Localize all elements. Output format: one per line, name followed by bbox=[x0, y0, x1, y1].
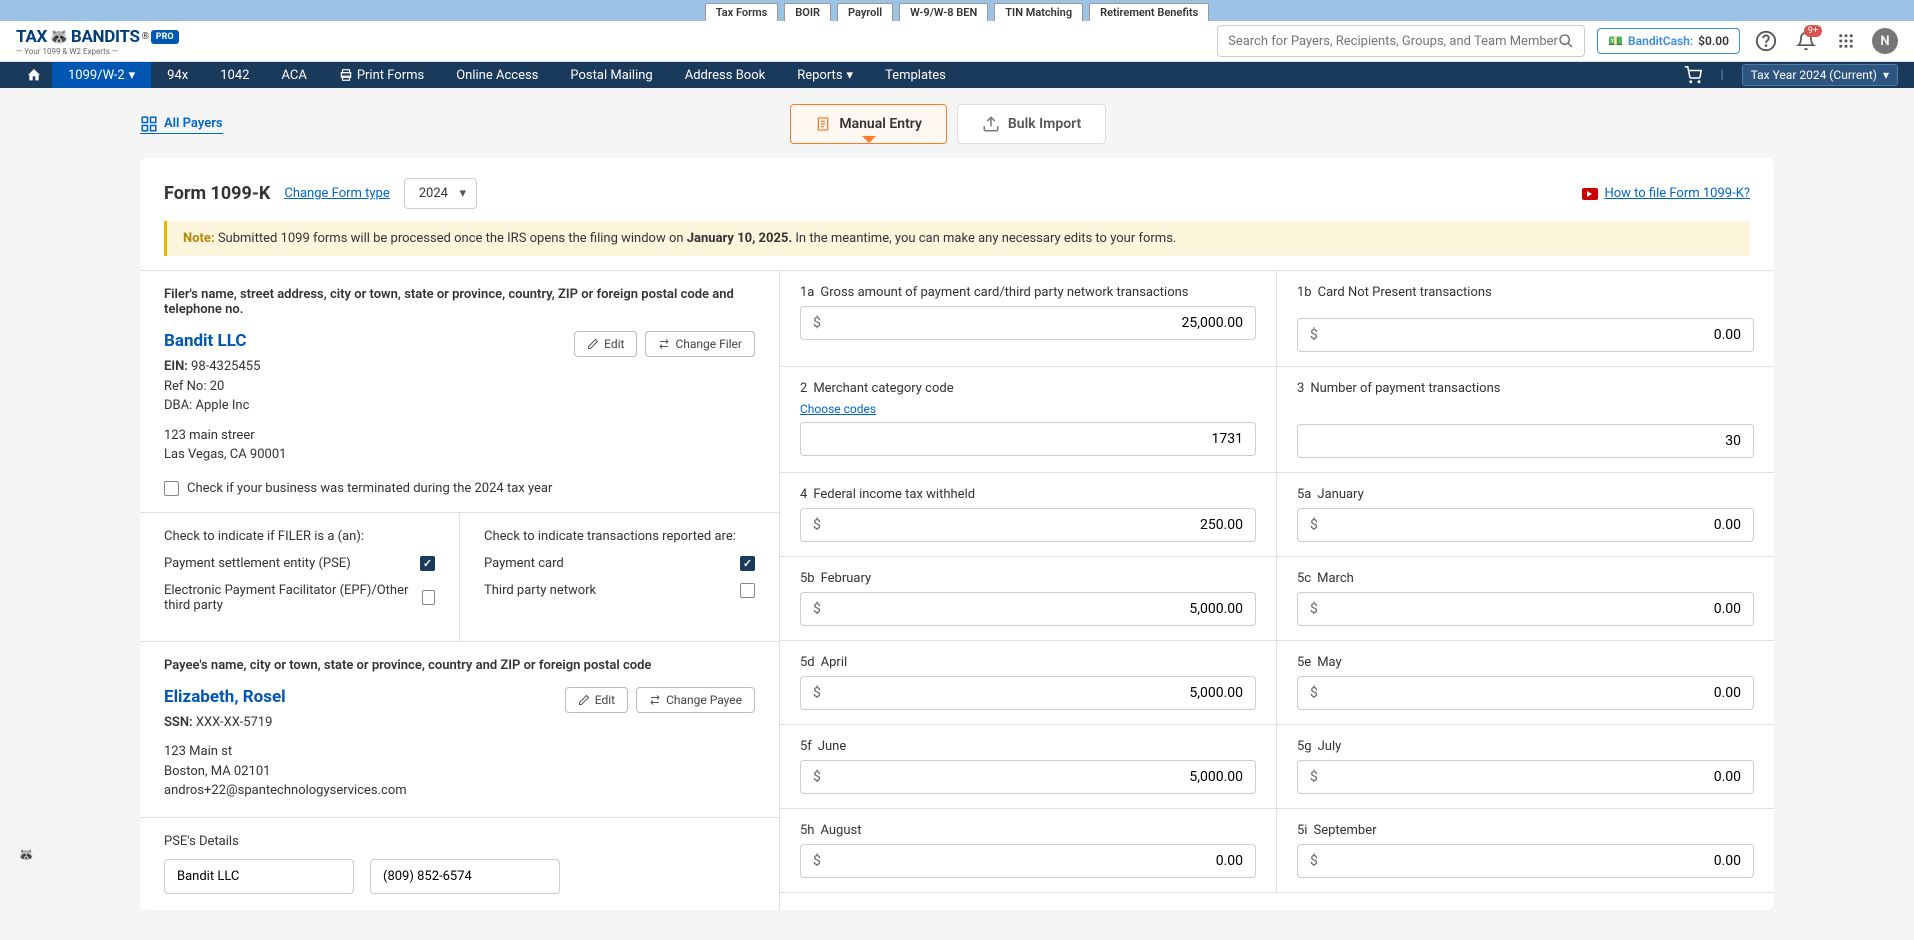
box-5g-input[interactable] bbox=[1330, 769, 1753, 785]
choose-codes-link[interactable]: Choose codes bbox=[800, 402, 876, 416]
nav-online-access[interactable]: Online Access bbox=[440, 62, 554, 88]
box-5h-input[interactable] bbox=[833, 853, 1255, 869]
box-1a-input[interactable] bbox=[833, 315, 1255, 331]
nav-1099-w2[interactable]: 1099/W-2 ▾ bbox=[52, 62, 151, 88]
nav-aca[interactable]: ACA bbox=[265, 62, 322, 88]
filer-name: Bandit LLC bbox=[164, 331, 286, 351]
box-1b-input[interactable] bbox=[1330, 327, 1753, 343]
box-5i-input[interactable] bbox=[1330, 853, 1753, 869]
top-tab-payroll[interactable]: Payroll bbox=[837, 3, 893, 21]
payee-name: Elizabeth, Rosel bbox=[164, 687, 407, 707]
change-filer-button[interactable]: Change Filer bbox=[645, 331, 755, 357]
apps-grid-icon[interactable] bbox=[1832, 27, 1860, 55]
logo-text-bandits: BANDITS bbox=[71, 27, 140, 47]
all-payers-link[interactable]: All Payers bbox=[140, 115, 223, 134]
box-5c-input[interactable] bbox=[1330, 601, 1753, 617]
top-tab-boir[interactable]: BOIR bbox=[784, 3, 831, 21]
swap-icon bbox=[658, 338, 670, 350]
edit-payee-button[interactable]: Edit bbox=[565, 687, 628, 713]
pse-name-input[interactable] bbox=[164, 859, 354, 894]
logo[interactable]: TAX 🦝 BANDITS ® PRO — Your 1099 & W2 Exp… bbox=[16, 27, 179, 56]
nav-94x[interactable]: 94x bbox=[151, 62, 204, 88]
box-5a-input[interactable] bbox=[1330, 517, 1753, 533]
epf-checkbox[interactable] bbox=[422, 590, 435, 605]
box-5e-input[interactable] bbox=[1330, 685, 1753, 701]
top-tab-tin[interactable]: TIN Matching bbox=[994, 3, 1083, 21]
nav-bar: 1099/W-2 ▾ 94x 1042 ACA Print Forms Onli… bbox=[0, 62, 1914, 88]
nav-reports[interactable]: Reports ▾ bbox=[781, 62, 869, 88]
box-4-input[interactable] bbox=[833, 517, 1255, 533]
nav-print-forms[interactable]: Print Forms bbox=[323, 62, 440, 88]
search-icon[interactable] bbox=[1558, 33, 1574, 49]
chevron-down-icon: ▾ bbox=[1883, 68, 1889, 82]
tab-manual-entry[interactable]: Manual Entry bbox=[790, 104, 947, 144]
tax-year-select[interactable]: Tax Year 2024 (Current) ▾ bbox=[1742, 64, 1898, 86]
nav-postal-mailing[interactable]: Postal Mailing bbox=[554, 62, 668, 88]
payee-section: Payee's name, city or town, state or pro… bbox=[140, 642, 779, 817]
box-5d-input[interactable] bbox=[833, 685, 1255, 701]
logo-subtitle: — Your 1099 & W2 Experts — bbox=[16, 47, 179, 56]
top-tab-tax-forms[interactable]: Tax Forms bbox=[705, 3, 779, 21]
notifications-icon[interactable]: 9+ bbox=[1792, 27, 1820, 55]
upload-icon bbox=[982, 115, 1000, 133]
avatar[interactable]: N bbox=[1872, 28, 1898, 54]
change-form-type-link[interactable]: Change Form type bbox=[284, 186, 389, 201]
pse-checkbox[interactable] bbox=[420, 556, 435, 571]
nav-home[interactable] bbox=[16, 62, 52, 88]
indicate-section: Check to indicate if FILER is a (an): Pa… bbox=[140, 513, 779, 642]
third-party-checkbox[interactable] bbox=[740, 583, 755, 598]
note-banner: Note: Submitted 1099 forms will be proce… bbox=[164, 221, 1750, 256]
top-tab-retirement[interactable]: Retirement Benefits bbox=[1089, 3, 1209, 21]
nav-address-book[interactable]: Address Book bbox=[669, 62, 781, 88]
grid-icon bbox=[140, 115, 158, 133]
search-box[interactable] bbox=[1217, 25, 1585, 57]
cart-icon[interactable] bbox=[1684, 66, 1702, 84]
top-tab-w9[interactable]: W-9/W-8 BEN bbox=[899, 3, 988, 21]
nav-templates[interactable]: Templates bbox=[869, 62, 962, 88]
box-2-input[interactable] bbox=[800, 422, 1256, 456]
help-icon[interactable] bbox=[1752, 27, 1780, 55]
chevron-down-icon: ▾ bbox=[129, 68, 136, 83]
pencil-icon bbox=[587, 338, 599, 350]
form-title: Form 1099-K bbox=[164, 183, 270, 204]
pencil-icon bbox=[578, 694, 590, 706]
youtube-icon bbox=[1582, 188, 1598, 200]
edit-filer-button[interactable]: Edit bbox=[574, 331, 637, 357]
pse-section: PSE's Details bbox=[140, 817, 779, 910]
pro-badge: PRO bbox=[151, 30, 179, 44]
how-to-file-link[interactable]: How to file Form 1099-K? bbox=[1582, 186, 1750, 201]
document-icon bbox=[815, 116, 831, 132]
box-5f-input[interactable] bbox=[833, 769, 1255, 785]
cash-icon: 💵 bbox=[1608, 34, 1623, 48]
notification-badge: 9+ bbox=[1804, 25, 1822, 37]
mascot-icon[interactable]: 🦝 bbox=[18, 848, 60, 890]
nav-1042[interactable]: 1042 bbox=[204, 62, 265, 88]
payment-card-checkbox[interactable] bbox=[740, 556, 755, 571]
form-card: Form 1099-K Change Form type 2024 How to… bbox=[140, 158, 1774, 910]
swap-icon bbox=[649, 694, 661, 706]
top-tab-bar: Tax Forms BOIR Payroll W-9/W-8 BEN TIN M… bbox=[0, 0, 1914, 21]
printer-icon bbox=[339, 68, 353, 82]
filer-section: Filer's name, street address, city or to… bbox=[140, 271, 779, 513]
box-3-input[interactable] bbox=[1297, 424, 1754, 458]
year-select[interactable]: 2024 bbox=[404, 178, 477, 209]
chevron-down-icon: ▾ bbox=[847, 68, 854, 83]
change-payee-button[interactable]: Change Payee bbox=[636, 687, 755, 713]
header: TAX 🦝 BANDITS ® PRO — Your 1099 & W2 Exp… bbox=[0, 21, 1914, 62]
bandit-cash-button[interactable]: 💵 BanditCash: $0.00 bbox=[1597, 28, 1740, 54]
pse-phone-input[interactable] bbox=[370, 859, 560, 894]
logo-text-tax: TAX bbox=[16, 27, 47, 47]
tab-bulk-import[interactable]: Bulk Import bbox=[957, 104, 1106, 144]
terminated-checkbox[interactable] bbox=[164, 481, 179, 496]
box-5b-input[interactable] bbox=[833, 601, 1255, 617]
search-input[interactable] bbox=[1228, 34, 1558, 49]
logo-mask-icon: 🦝 bbox=[49, 27, 69, 46]
